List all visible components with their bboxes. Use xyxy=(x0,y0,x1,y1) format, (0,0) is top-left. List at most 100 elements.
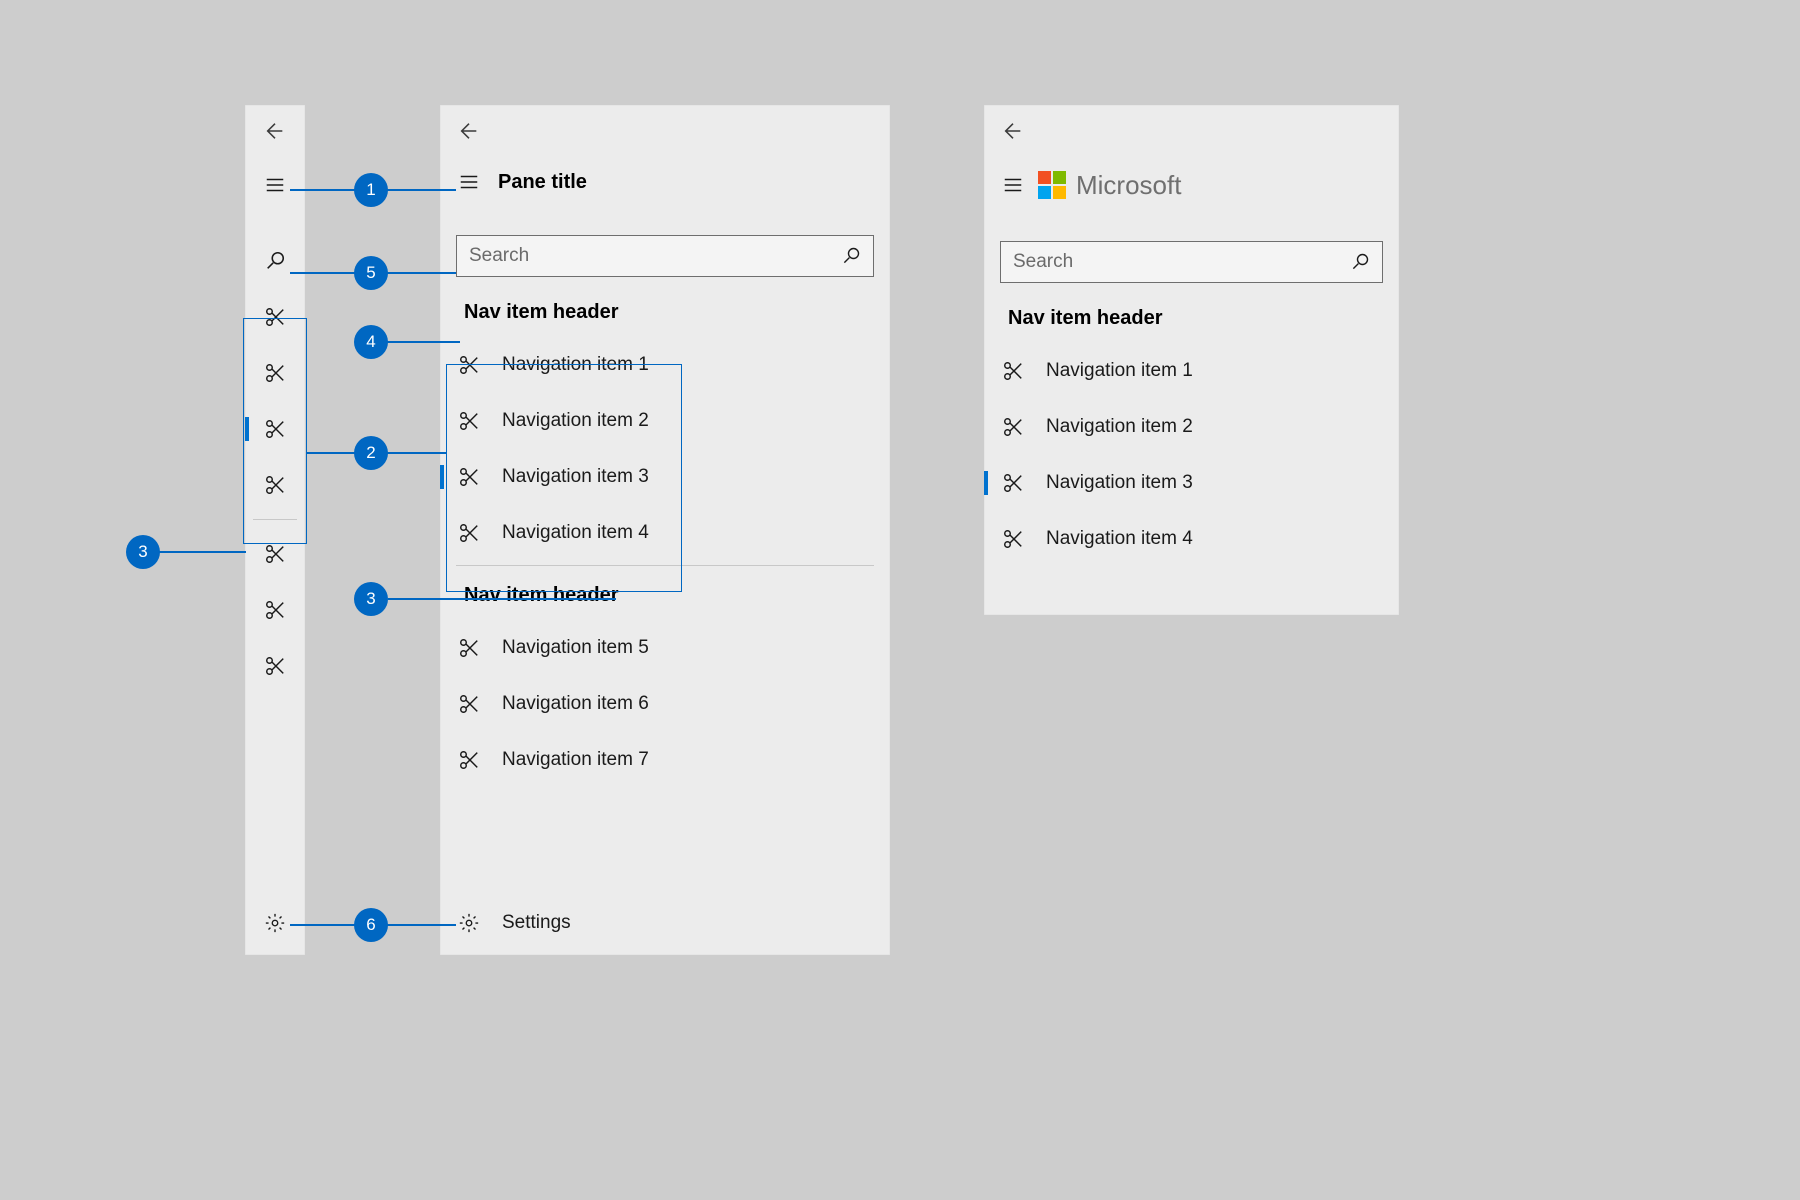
gear-icon xyxy=(458,912,480,934)
back-arrow-icon xyxy=(1002,120,1024,142)
cut-icon xyxy=(264,599,286,621)
brand-text: Microsoft xyxy=(1076,170,1181,201)
search-icon xyxy=(841,246,861,266)
cut-icon xyxy=(458,693,480,715)
nav-item-label: Navigation item 2 xyxy=(502,410,649,432)
cut-icon xyxy=(1002,528,1024,550)
nav-item-label: Navigation item 6 xyxy=(502,693,649,715)
back-arrow-icon xyxy=(458,120,480,142)
cut-icon xyxy=(264,474,286,496)
callout-badge-2: 2 xyxy=(354,436,388,470)
nav-item[interactable]: Navigation item 4 xyxy=(440,505,890,561)
cut-icon xyxy=(1002,360,1024,382)
nav-item[interactable]: Navigation item 2 xyxy=(984,399,1399,455)
pane-title: Pane title xyxy=(498,171,587,194)
search-input[interactable]: Search xyxy=(456,235,874,277)
hamburger-icon xyxy=(458,171,480,193)
nav-item[interactable]: Navigation item 5 xyxy=(440,620,890,676)
brand-row[interactable]: Microsoft xyxy=(984,157,1399,213)
callout-badge-3: 3 xyxy=(126,535,160,569)
nav-item[interactable]: Navigation item 1 xyxy=(440,337,890,393)
callout-badge-3b: 3 xyxy=(354,582,388,616)
cut-icon xyxy=(264,362,286,384)
cut-icon xyxy=(264,543,286,565)
branded-nav-pane: Microsoft Search Nav item header Navigat… xyxy=(984,105,1399,615)
cut-icon xyxy=(1002,416,1024,438)
search-icon xyxy=(264,250,286,272)
microsoft-logo-icon xyxy=(1038,171,1066,199)
search-button[interactable] xyxy=(245,233,305,289)
nav-item[interactable]: Navigation item 7 xyxy=(440,732,890,788)
cut-icon xyxy=(1002,472,1024,494)
callout-badge-6: 6 xyxy=(354,908,388,942)
nav-item-label: Navigation item 2 xyxy=(1046,416,1193,438)
nav-item[interactable]: Navigation item 1 xyxy=(984,343,1399,399)
separator xyxy=(253,519,297,520)
nav-item-selected[interactable]: Navigation item 3 xyxy=(440,449,890,505)
nav-item-label: Navigation item 7 xyxy=(502,749,649,771)
callout-badge-4: 4 xyxy=(354,325,388,359)
nav-item[interactable]: Navigation item 4 xyxy=(984,511,1399,567)
back-button[interactable] xyxy=(984,105,1399,157)
nav-item-selected[interactable]: Navigation item 3 xyxy=(984,455,1399,511)
nav-item-compact[interactable] xyxy=(245,526,305,582)
callout-badge-5: 5 xyxy=(354,256,388,290)
settings-button-compact[interactable] xyxy=(245,891,305,955)
cut-icon xyxy=(458,522,480,544)
search-input[interactable]: Search xyxy=(1000,241,1383,283)
nav-header: Nav item header xyxy=(440,570,890,620)
cut-icon xyxy=(458,637,480,659)
cut-icon xyxy=(458,466,480,488)
nav-item-label: Navigation item 1 xyxy=(502,354,649,376)
nav-item-compact[interactable] xyxy=(245,582,305,638)
compact-nav-pane xyxy=(245,105,305,955)
cut-icon xyxy=(264,418,286,440)
back-arrow-icon xyxy=(264,120,286,142)
search-placeholder: Search xyxy=(1013,251,1350,273)
back-button[interactable] xyxy=(245,105,305,157)
hamburger-icon xyxy=(264,174,286,196)
callout-line xyxy=(388,598,616,600)
search-placeholder: Search xyxy=(469,245,841,267)
hamburger-button[interactable] xyxy=(245,157,305,213)
hamburger-icon xyxy=(1002,174,1024,196)
back-button[interactable] xyxy=(440,105,890,157)
nav-header-label: Nav item header xyxy=(1008,307,1163,330)
selection-indicator xyxy=(984,471,988,495)
nav-item-label: Navigation item 4 xyxy=(502,522,649,544)
nav-item-compact[interactable] xyxy=(245,289,305,345)
search-icon xyxy=(1350,252,1370,272)
settings-label: Settings xyxy=(502,912,571,934)
nav-header: Nav item header xyxy=(440,287,890,337)
selection-indicator xyxy=(440,465,444,489)
nav-item-label: Navigation item 3 xyxy=(502,466,649,488)
cut-icon xyxy=(264,655,286,677)
nav-item-compact[interactable] xyxy=(245,638,305,694)
diagram-canvas: Pane title Search Nav item header Naviga… xyxy=(0,0,1800,1200)
nav-item-label: Navigation item 3 xyxy=(1046,472,1193,494)
nav-header-label: Nav item header xyxy=(464,301,619,324)
expanded-nav-pane: Pane title Search Nav item header Naviga… xyxy=(440,105,890,955)
nav-header-label: Nav item header xyxy=(464,584,619,607)
nav-item-compact[interactable] xyxy=(245,345,305,401)
nav-item-compact[interactable] xyxy=(245,457,305,513)
cut-icon xyxy=(264,306,286,328)
settings-item[interactable]: Settings xyxy=(440,891,890,955)
nav-item-label: Navigation item 1 xyxy=(1046,360,1193,382)
separator xyxy=(456,565,874,566)
nav-item-label: Navigation item 5 xyxy=(502,637,649,659)
cut-icon xyxy=(458,749,480,771)
spacer xyxy=(440,788,890,891)
pane-title-row[interactable]: Pane title xyxy=(440,157,890,207)
callout-badge-1: 1 xyxy=(354,173,388,207)
nav-item-label: Navigation item 4 xyxy=(1046,528,1193,550)
callout-line xyxy=(158,551,246,553)
gear-icon xyxy=(264,912,286,934)
nav-header: Nav item header xyxy=(984,293,1399,343)
cut-icon xyxy=(458,410,480,432)
nav-item-compact-selected[interactable] xyxy=(245,401,305,457)
selection-indicator xyxy=(245,417,249,441)
nav-item[interactable]: Navigation item 2 xyxy=(440,393,890,449)
spacer xyxy=(245,694,305,891)
nav-item[interactable]: Navigation item 6 xyxy=(440,676,890,732)
